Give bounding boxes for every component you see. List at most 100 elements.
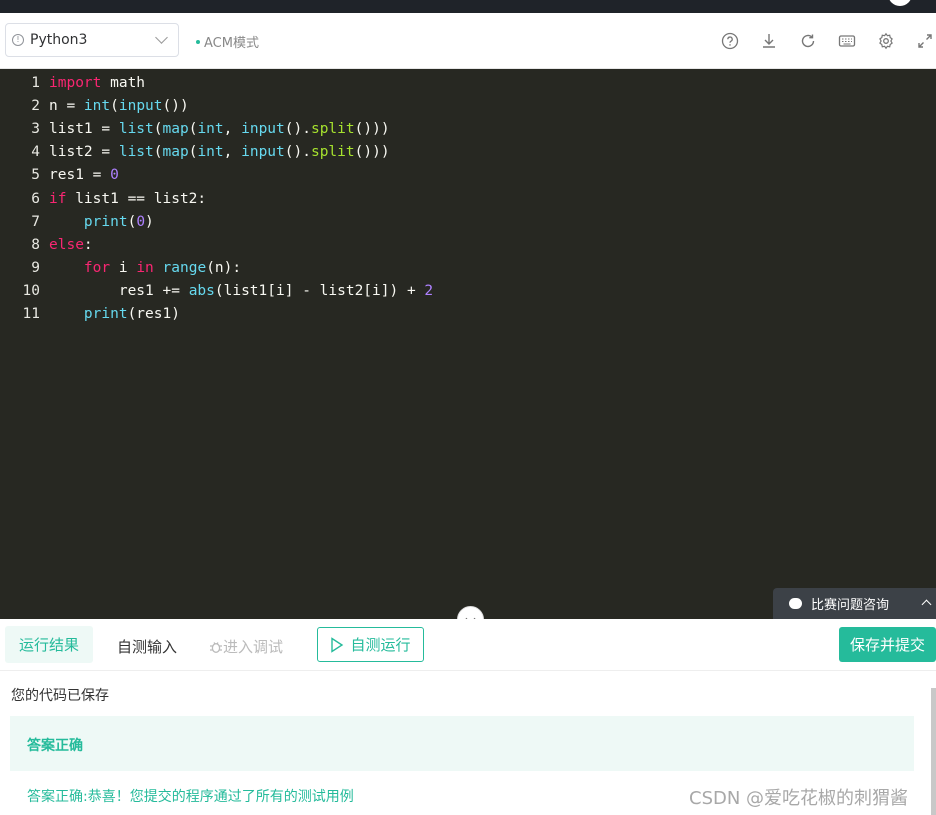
- code-token: print: [83, 306, 128, 322]
- code-token: print: [83, 213, 128, 230]
- avatar[interactable]: [888, 0, 912, 6]
- consult-label: 比赛问题咨询: [811, 598, 890, 613]
- refresh-icon[interactable]: [797, 30, 819, 52]
- gear-icon[interactable]: [875, 30, 897, 52]
- code-token: split: [310, 144, 355, 161]
- line-number: 9: [31, 259, 40, 276]
- keyboard-icon[interactable]: [836, 30, 858, 52]
- code-token: ,: [223, 121, 242, 138]
- play-icon: [331, 636, 344, 653]
- code-token: list2 =: [49, 144, 119, 161]
- code-token: int: [197, 121, 224, 138]
- save-status-text: 您的代码已保存: [11, 688, 109, 704]
- fullscreen-icon[interactable]: [914, 30, 936, 52]
- line-number: 10: [22, 282, 40, 299]
- code-token: (res1): [127, 306, 180, 322]
- code-token: ().: [284, 121, 311, 138]
- code-token: if: [49, 190, 67, 207]
- code-token: input: [118, 98, 163, 115]
- code-token: int: [197, 144, 224, 161]
- code-line[interactable]: 2 n = int(input()): [0, 95, 188, 118]
- code-token: list1 == list2:: [66, 190, 207, 207]
- help-icon[interactable]: [719, 30, 741, 52]
- code-token: math: [101, 75, 146, 91]
- line-number: 5: [31, 167, 40, 184]
- code-token: i: [110, 259, 137, 276]
- tab-custom-input[interactable]: 自测输入: [117, 636, 177, 657]
- contest-consult-button[interactable]: 比赛问题咨询: [773, 588, 936, 619]
- line-number: 3: [31, 121, 40, 138]
- code-token: ())): [354, 121, 390, 138]
- code-line[interactable]: 7 print(0): [0, 211, 154, 234]
- toolbar-icons: [702, 30, 936, 52]
- mode-indicator: ACM模式: [196, 32, 259, 51]
- code-token: input: [241, 144, 285, 161]
- code-token: n =: [49, 98, 84, 115]
- line-number: 1: [31, 75, 40, 91]
- save-submit-button[interactable]: 保存并提交: [839, 627, 936, 662]
- code-token: (: [127, 213, 137, 230]
- mode-label: ACM模式: [204, 36, 259, 51]
- chevron-up-icon: [921, 599, 932, 610]
- code-line[interactable]: 4 list2 = list(map(int, input().split())): [0, 141, 390, 164]
- code-line[interactable]: 9 for i in range(n):: [0, 257, 241, 280]
- code-token: (: [110, 98, 119, 115]
- result-status-title: 答案正确: [27, 738, 83, 754]
- code-token: (list1[i] - list2[i]) +: [214, 282, 425, 299]
- result-detail-text: 答案正确:恭喜！您提交的程序通过了所有的测试用例: [27, 789, 354, 805]
- tab-debug[interactable]: 进入调试: [209, 636, 283, 657]
- code-line[interactable]: 1 import math: [0, 72, 145, 95]
- code-text: list2 = list(map(int, input().split())): [49, 144, 390, 160]
- chevron-down-icon: [155, 31, 168, 44]
- line-number: 4: [31, 144, 40, 161]
- code-token: 0: [110, 167, 119, 184]
- download-icon[interactable]: [758, 30, 780, 52]
- code-token: abs: [188, 282, 215, 299]
- code-token: for: [83, 259, 111, 276]
- scrollbar[interactable]: [931, 688, 936, 815]
- code-token: list1 =: [49, 121, 119, 138]
- language-select[interactable]: ! Python3: [5, 23, 179, 57]
- tab-run-result[interactable]: 运行结果: [5, 626, 93, 663]
- top-nav-bar: [0, 0, 936, 13]
- watermark: CSDN @爱吃花椒的刺猬酱: [689, 788, 909, 809]
- code-token: ().: [284, 144, 311, 161]
- language-value: Python3: [30, 32, 88, 48]
- code-token: list: [118, 144, 154, 161]
- code-token: map: [162, 121, 189, 138]
- code-text: import math: [49, 75, 145, 91]
- code-text: for i in range(n):: [49, 260, 241, 276]
- code-text: print(0): [49, 214, 154, 230]
- code-line[interactable]: 6 if list1 == list2:: [0, 188, 206, 211]
- bug-icon: [210, 641, 222, 653]
- self-test-run-button[interactable]: 自测运行: [317, 627, 424, 662]
- code-token: split: [310, 121, 355, 138]
- code-token: ): [145, 213, 154, 230]
- code-line[interactable]: 8 else:: [0, 234, 93, 257]
- debug-label: 进入调试: [223, 638, 284, 656]
- code-line[interactable]: 10 res1 += abs(list1[i] - list2[i]) + 2: [0, 280, 434, 303]
- code-text: res1 += abs(list1[i] - list2[i]) + 2: [49, 283, 433, 299]
- result-action-bar: 运行结果 自测输入 进入调试 自测运行 保存并提交: [0, 619, 936, 671]
- code-token: input: [241, 121, 285, 138]
- run-label: 自测运行: [350, 636, 411, 654]
- code-line[interactable]: 3 list1 = list(map(int, input().split())): [0, 118, 390, 141]
- code-token: :: [83, 236, 93, 253]
- code-text: else:: [49, 237, 93, 253]
- code-token: import: [49, 75, 102, 91]
- line-number: 2: [31, 98, 40, 115]
- code-token: in: [136, 259, 154, 276]
- code-token: int: [83, 98, 111, 115]
- code-text: print(res1): [49, 306, 180, 322]
- code-token: ,: [223, 144, 242, 161]
- line-number: 6: [31, 190, 40, 207]
- code-line[interactable]: 5 res1 = 0: [0, 164, 119, 187]
- code-editor[interactable]: 1 import math 2 n = int(input()) 3 list1 = li…: [0, 69, 936, 619]
- line-number: 8: [31, 236, 40, 253]
- status-dot: [196, 39, 200, 44]
- code-line[interactable]: 11 print(res1): [0, 303, 180, 326]
